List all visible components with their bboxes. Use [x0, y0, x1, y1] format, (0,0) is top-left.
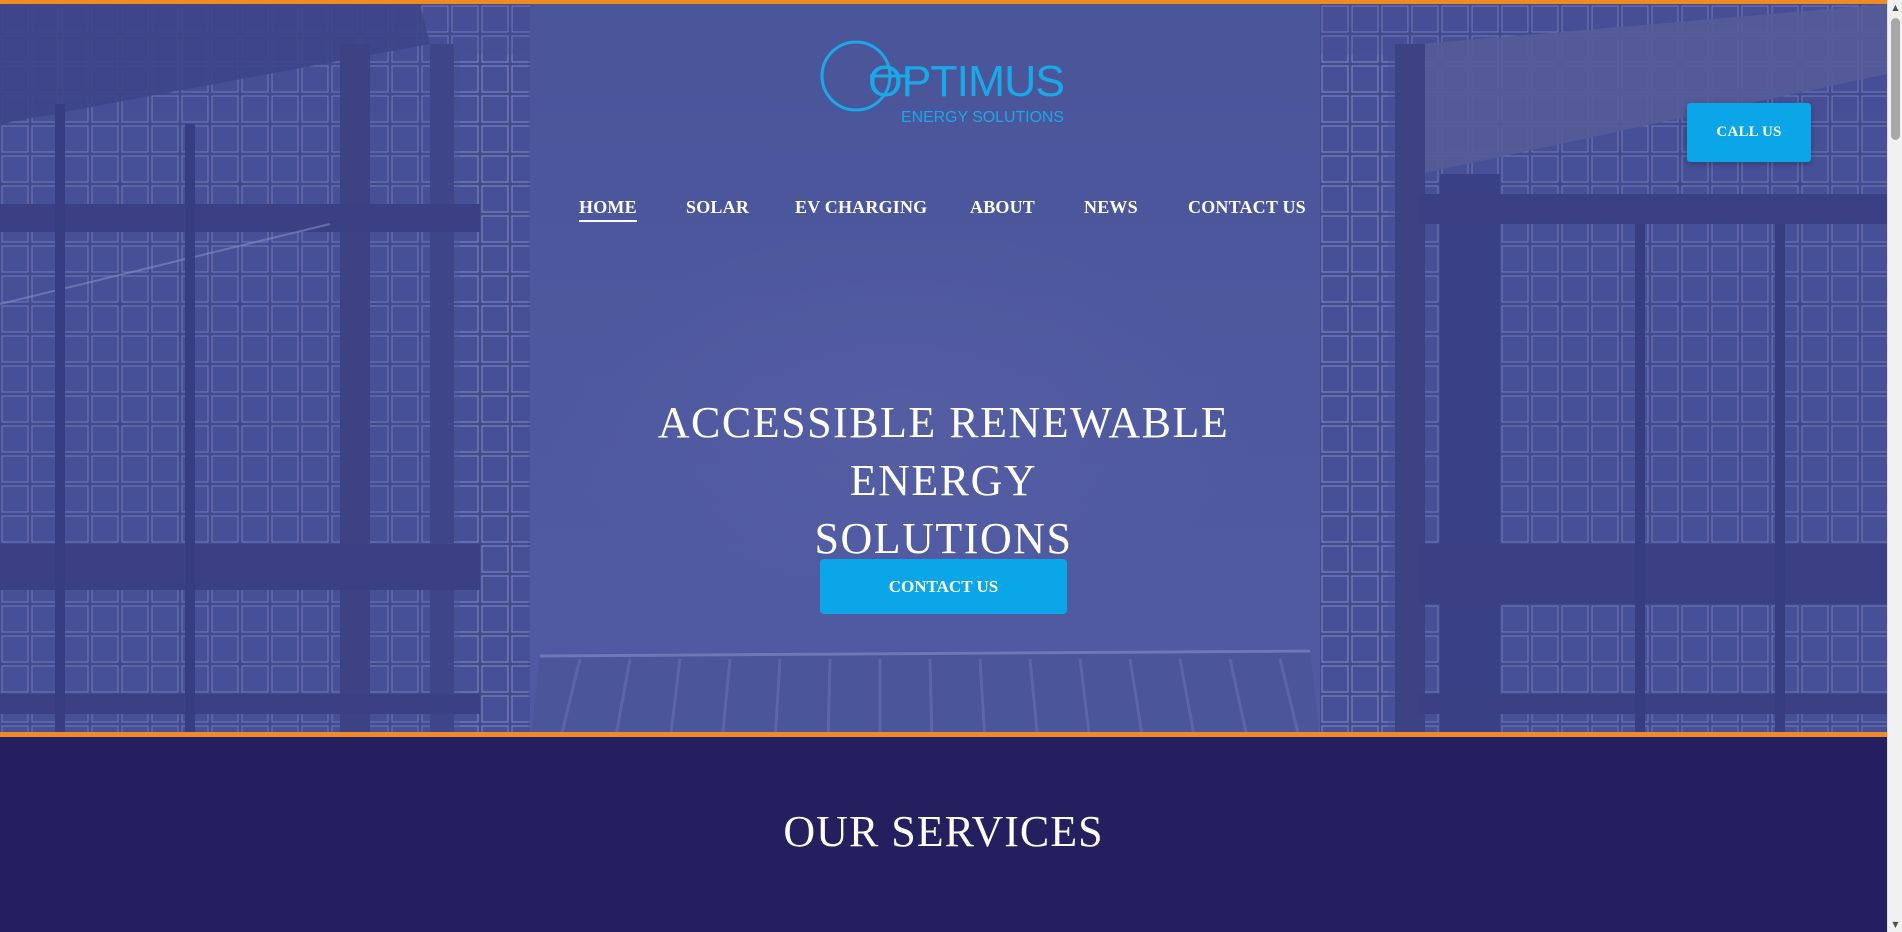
hero-section: OPTIMUS ENERGY SOLUTIONS CALL US HOME SO… [0, 0, 1887, 737]
contact-us-button[interactable]: CONTACT US [820, 559, 1067, 614]
hero-title-line-2: SOLUTIONS [814, 514, 1073, 563]
logo-tagline: ENERGY SOLUTIONS [901, 109, 1064, 126]
optimus-logo[interactable]: OPTIMUS ENERGY SOLUTIONS [818, 38, 1068, 128]
nav-item-about[interactable]: ABOUT [970, 197, 1035, 218]
page: OPTIMUS ENERGY SOLUTIONS CALL US HOME SO… [0, 0, 1887, 932]
call-us-button[interactable]: CALL US [1687, 103, 1811, 162]
nav-item-home[interactable]: HOME [579, 197, 637, 222]
services-section: OUR SERVICES [0, 737, 1887, 932]
nav-item-news[interactable]: NEWS [1084, 197, 1138, 218]
logo-wordmark: OPTIMUS [868, 57, 1064, 106]
nav-item-ev-charging[interactable]: EV CHARGING [795, 197, 927, 218]
scroll-up-icon[interactable]: ▲ [1891, 3, 1900, 12]
hero-title-line-1: ACCESSIBLE RENEWABLE ENERGY [657, 398, 1230, 505]
hero-title: ACCESSIBLE RENEWABLE ENERGY SOLUTIONS [560, 394, 1327, 568]
scroll-down-icon[interactable]: ▼ [1891, 920, 1900, 929]
nav-item-solar[interactable]: SOLAR [686, 197, 749, 218]
services-heading: OUR SERVICES [783, 807, 1104, 856]
nav-item-contact-us[interactable]: CONTACT US [1188, 197, 1306, 218]
page-scrollbar[interactable]: ▲ ▼ [1887, 0, 1902, 932]
scrollbar-thumb[interactable] [1891, 18, 1900, 140]
main-nav: HOME SOLAR EV CHARGING ABOUT NEWS CONTAC… [0, 197, 1887, 227]
